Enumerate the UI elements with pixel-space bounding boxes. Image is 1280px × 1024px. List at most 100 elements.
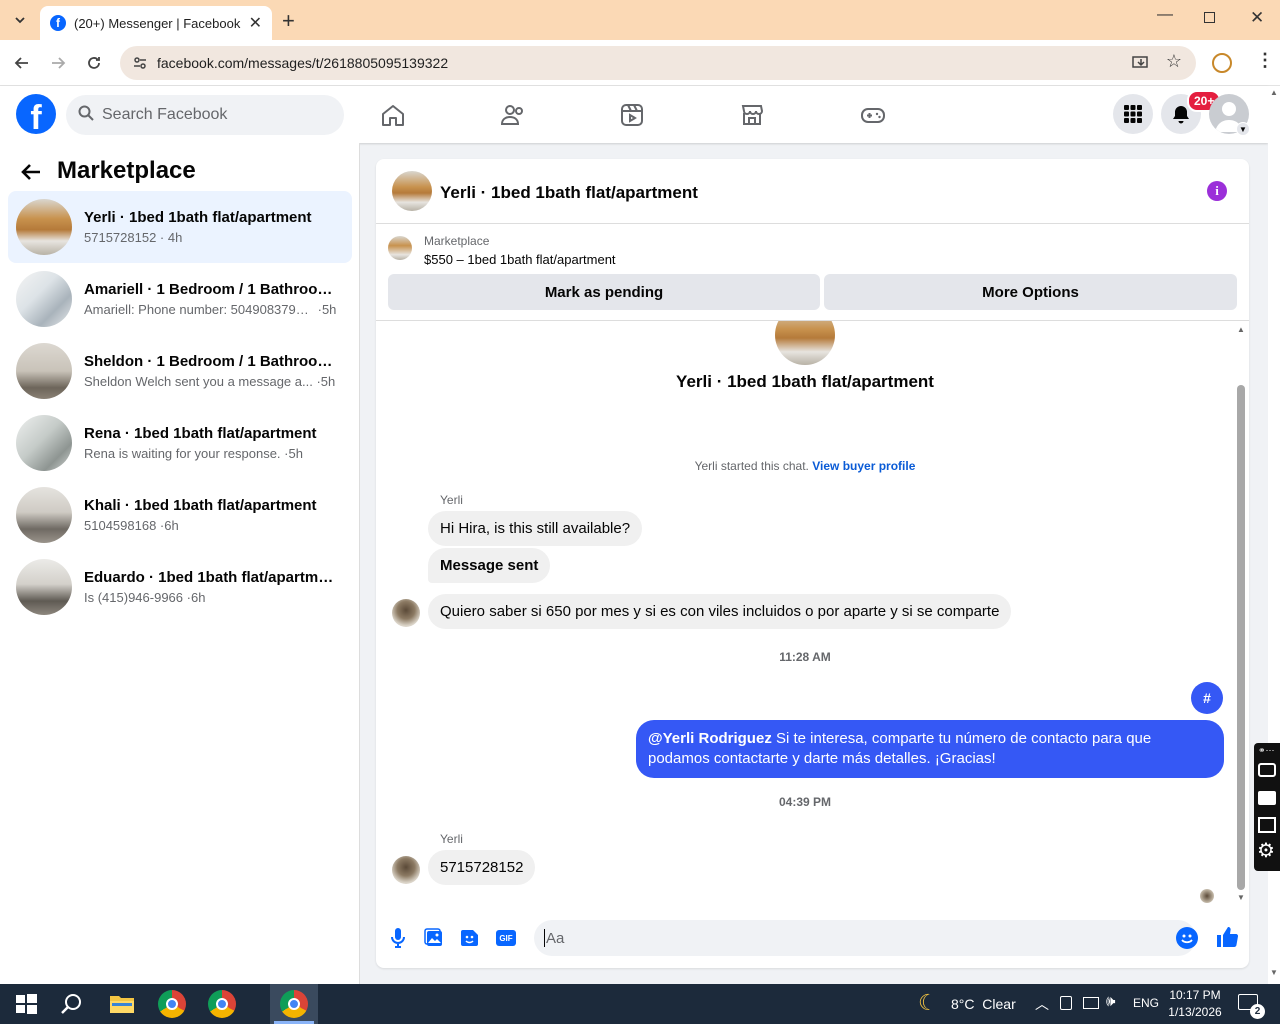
listing-thumbnail [16, 415, 72, 471]
conversation-time: 5h [320, 374, 336, 389]
windows-start-icon[interactable] [12, 990, 40, 1018]
home-icon[interactable] [380, 103, 406, 130]
scrollbar-thumb[interactable] [1237, 385, 1245, 890]
facebook-favicon-icon: f [50, 15, 66, 31]
conversation-title: Khali · 1bed 1bath flat/apartment [84, 497, 317, 514]
timestamp: 04:39 PM [778, 795, 832, 809]
conversation-item[interactable]: Khali · 1bed 1bath flat/apartment 510459… [8, 479, 352, 551]
incoming-message[interactable]: 5715728152 [428, 850, 536, 885]
mark-pending-button[interactable]: Mark as pending [388, 274, 820, 310]
notification-count: 2 [1250, 1004, 1265, 1019]
chat-listing-avatar[interactable] [392, 171, 432, 211]
tray-chevron-icon[interactable]: ︿ [1035, 994, 1049, 1014]
language-indicator[interactable]: ENG [1133, 996, 1159, 1010]
incoming-message[interactable]: Quiero saber si 650 por mes y si es con … [428, 594, 1012, 629]
conversation-title: Amariell · 1 Bedroom / 1 Bathroom... [84, 281, 340, 298]
clock-date[interactable]: 1/13/2026 [1165, 1005, 1225, 1019]
mention-link[interactable]: @Yerli Rodriguez [648, 730, 772, 747]
bookmark-star-icon[interactable]: ☆ [1166, 51, 1182, 72]
info-icon[interactable]: i [1207, 181, 1227, 201]
conversation-item[interactable]: Yerli · 1bed 1bath flat/apartment 571572… [8, 191, 352, 263]
gaming-icon[interactable] [860, 103, 886, 130]
restore-icon[interactable] [1204, 12, 1215, 23]
windows-taskbar: ☾ 8°C Clear ︿ 🕪 ENG 10:17 PM 1/13/2026 2 [0, 984, 1280, 1024]
conversation-time: 6h [164, 518, 179, 533]
page-scroll-up-icon[interactable]: ▲ [1270, 88, 1278, 97]
tray-device-icon[interactable] [1060, 996, 1072, 1010]
outgoing-message[interactable]: # [1191, 682, 1223, 714]
camera-icon[interactable] [1258, 763, 1276, 777]
site-info-icon[interactable] [132, 55, 148, 74]
conversation-item[interactable]: Eduardo · 1bed 1bath flat/apartment Is (… [8, 551, 352, 623]
scroll-down-icon[interactable]: ▼ [1237, 893, 1245, 902]
taskbar-search-icon[interactable] [58, 990, 86, 1018]
more-options-button[interactable]: More Options [824, 274, 1237, 310]
window-capture-icon[interactable] [1258, 817, 1276, 833]
chrome-profile-1-icon[interactable] [158, 990, 186, 1018]
read-receipt-avatar [1200, 889, 1214, 903]
video-icon[interactable] [620, 103, 646, 130]
network-icon[interactable] [1083, 997, 1099, 1009]
account-chevron-icon[interactable]: ▼ [1236, 122, 1250, 136]
back-arrow-icon[interactable] [20, 161, 42, 186]
conversation-preview: 5104598168 [84, 518, 157, 533]
message-input[interactable]: Aa [534, 920, 1196, 956]
clock-time[interactable]: 10:17 PM [1165, 988, 1225, 1002]
browser-menu-icon[interactable]: ⋮ [1256, 50, 1274, 71]
incoming-message[interactable]: Hi Hira, is this still available? [428, 511, 643, 546]
view-buyer-profile-link[interactable]: View buyer profile [812, 459, 915, 473]
page-scroll-down-icon[interactable]: ▼ [1270, 968, 1278, 977]
close-tab-icon[interactable]: ✕ [249, 13, 262, 33]
tool-menu-icon[interactable]: ⚭⋯ [1258, 745, 1275, 756]
weather-text[interactable]: 8°C Clear [951, 996, 1016, 1012]
sender-avatar[interactable] [392, 856, 420, 884]
sender-avatar[interactable] [392, 599, 420, 627]
install-app-icon[interactable] [1132, 54, 1150, 75]
volume-icon[interactable]: 🕪 [1106, 993, 1115, 1010]
chat-panel: Yerli · 1bed 1bath flat/apartment i Mark… [376, 159, 1249, 968]
settings-gear-icon[interactable]: ⚙ [1257, 841, 1275, 861]
chat-title[interactable]: Yerli · 1bed 1bath flat/apartment [440, 183, 698, 203]
chrome-profile-2-icon[interactable] [208, 990, 236, 1018]
tab-search-chevron-icon[interactable] [6, 6, 34, 34]
close-window-icon[interactable]: ✕ [1250, 8, 1264, 28]
outgoing-message[interactable]: @Yerli Rodriguez Si te interesa, compart… [636, 720, 1224, 778]
new-tab-icon[interactable]: + [282, 8, 295, 34]
moon-weather-icon: ☾ [918, 990, 938, 1015]
conversation-item[interactable]: Amariell · 1 Bedroom / 1 Bathroom... Ama… [8, 263, 352, 335]
forward-icon[interactable] [44, 49, 72, 77]
message-input-placeholder: Aa [546, 929, 565, 947]
menu-grid-icon[interactable] [1113, 94, 1153, 134]
photo-icon[interactable] [424, 928, 444, 951]
listing-thumbnail [16, 487, 72, 543]
incoming-message[interactable]: Message sent [428, 548, 551, 583]
chrome-active-icon[interactable] [280, 990, 308, 1018]
minimize-icon[interactable]: — [1157, 6, 1173, 24]
profile-icon[interactable] [1212, 53, 1232, 73]
sender-name: Yerli [440, 832, 463, 846]
url-field[interactable]: facebook.com/messages/t/2618805095139322… [120, 46, 1196, 80]
conversation-title: Yerli · 1bed 1bath flat/apartment [84, 209, 312, 226]
listing-thumbnail [16, 559, 72, 615]
reload-icon[interactable] [80, 49, 108, 77]
microphone-icon[interactable] [390, 927, 406, 952]
browser-tab[interactable]: f (20+) Messenger | Facebook ✕ [40, 6, 272, 40]
conversation-item[interactable]: Rena · 1bed 1bath flat/apartment Rena is… [8, 407, 352, 479]
friends-icon[interactable] [500, 103, 526, 130]
sticker-icon[interactable] [460, 928, 480, 951]
search-box[interactable]: Search Facebook [66, 95, 344, 135]
scrollbar[interactable]: ▲ ▼ [1234, 321, 1248, 906]
file-explorer-icon[interactable] [108, 990, 136, 1018]
marketplace-icon[interactable] [740, 103, 766, 130]
video-record-icon[interactable] [1258, 791, 1276, 805]
back-icon[interactable] [8, 49, 36, 77]
conversation-item[interactable]: Sheldon · 1 Bedroom / 1 Bathroom... Shel… [8, 335, 352, 407]
thumbs-up-icon[interactable] [1216, 926, 1239, 951]
emoji-icon[interactable] [1176, 927, 1198, 949]
message-thread: Yerli · 1bed 1bath flat/apartment Yerli … [376, 321, 1249, 906]
scroll-up-icon[interactable]: ▲ [1237, 325, 1245, 334]
facebook-header: f Search Facebook 20+ ▼ [0, 86, 1268, 143]
facebook-logo-icon[interactable]: f [16, 94, 56, 134]
screen-tool-strip: ⚭⋯ ⚙ [1254, 743, 1280, 871]
gif-icon[interactable]: GIF [496, 930, 516, 946]
